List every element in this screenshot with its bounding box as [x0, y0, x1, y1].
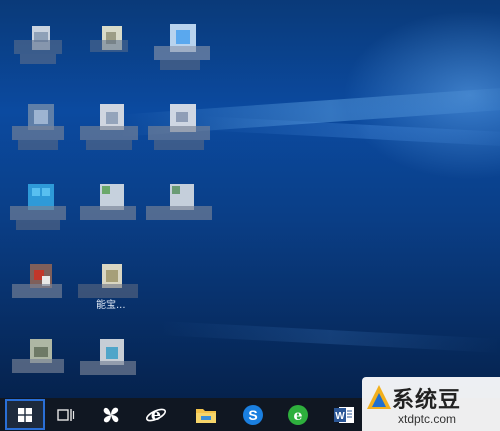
green-e-icon: e	[288, 404, 308, 425]
pinwheel-icon	[103, 407, 119, 422]
svg-text:S: S	[248, 407, 257, 423]
desktop-icon[interactable]	[4, 10, 74, 90]
desktop-icon[interactable]	[4, 250, 74, 330]
watermark-logo-icon	[367, 385, 391, 409]
desktop-icon[interactable]	[74, 90, 144, 170]
windows-logo-icon	[18, 407, 32, 422]
file-explorer-button[interactable]	[184, 398, 228, 431]
wallpaper-light-beam	[159, 321, 500, 353]
desktop-icon[interactable]	[74, 170, 144, 250]
watermark-url: xtdptc.com	[398, 412, 457, 426]
start-button[interactable]	[5, 399, 45, 430]
task-view-icon	[57, 408, 75, 421]
task-view-button[interactable]	[44, 398, 88, 431]
desktop-icon[interactable]	[74, 250, 144, 330]
s-browser-icon: S	[243, 404, 263, 425]
watermark-title: 系统豆	[392, 388, 462, 413]
desktop-wallpaper: 能宝...	[0, 0, 500, 398]
desktop-icon[interactable]	[4, 325, 74, 398]
word-icon: W	[334, 406, 354, 423]
folder-icon	[196, 408, 216, 423]
desktop-icon[interactable]	[74, 325, 144, 398]
svg-text:e: e	[151, 405, 161, 424]
desktop-icon-label: 能宝...	[96, 300, 126, 311]
wallpaper-light-beam	[199, 116, 500, 148]
desktop-icon[interactable]	[4, 90, 74, 170]
word-button[interactable]: W	[322, 398, 366, 431]
svg-text:W: W	[335, 411, 345, 422]
360-browser-button[interactable]: e	[276, 398, 320, 431]
ie-icon: e	[145, 405, 167, 424]
desktop-icon[interactable]	[144, 10, 214, 90]
desktop-icon[interactable]	[4, 170, 74, 250]
desktop-icon[interactable]	[144, 90, 214, 170]
sogou-browser-button[interactable]: S	[231, 398, 275, 431]
desktop-icon[interactable]	[74, 10, 144, 90]
svg-text:e: e	[294, 408, 303, 424]
desktop-icon[interactable]	[144, 170, 214, 250]
internet-explorer-button[interactable]: e	[134, 398, 178, 431]
pinned-app-button[interactable]	[89, 398, 133, 431]
